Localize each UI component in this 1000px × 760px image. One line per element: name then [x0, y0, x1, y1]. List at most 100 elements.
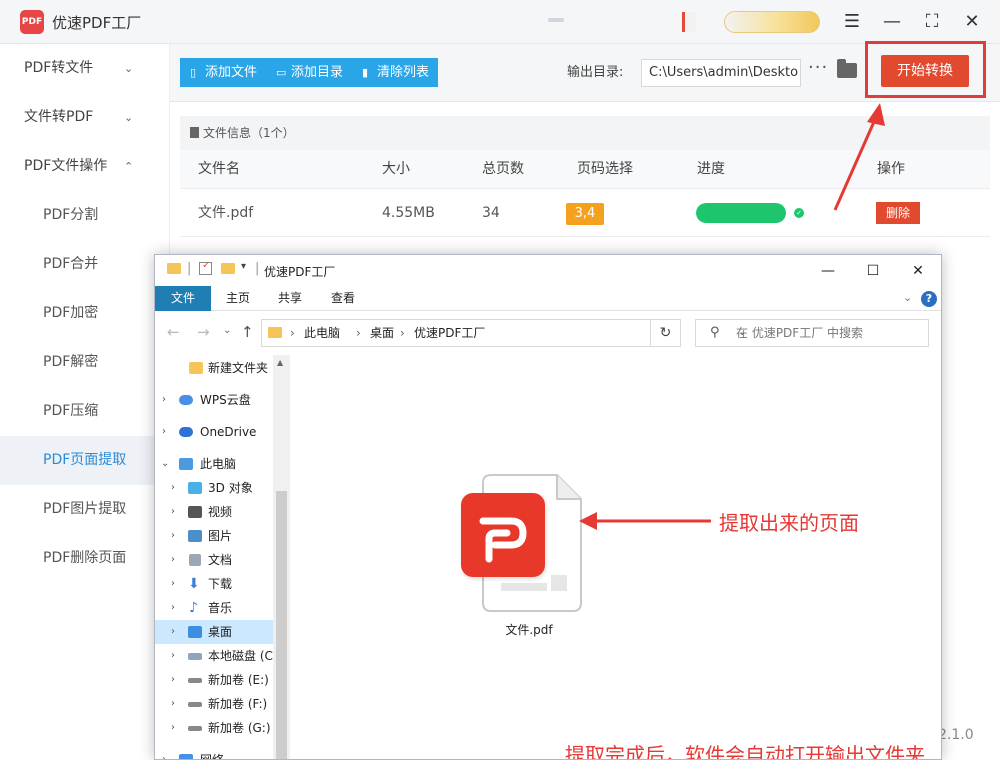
nav-item-label: 3D 对象: [208, 481, 253, 495]
nav-scrollbar[interactable]: ▲: [273, 355, 290, 759]
clear-list-button[interactable]: ▮ 清除列表: [352, 58, 438, 87]
chevron-right-icon[interactable]: ›: [171, 668, 181, 692]
breadcrumb-folder[interactable]: 优速PDF工厂: [414, 320, 485, 346]
nav-item-desktop[interactable]: › 桌面: [155, 620, 273, 644]
more-icon[interactable]: ···: [808, 57, 828, 78]
nav-item-label: 此电脑: [200, 457, 237, 471]
maximize-icon[interactable]: ⛶: [920, 10, 944, 34]
sidebar-item-pdf-compress[interactable]: PDF压缩: [0, 387, 170, 436]
nav-item-network[interactable]: › 网络: [155, 748, 273, 759]
chevron-right-icon[interactable]: ›: [171, 644, 181, 668]
sidebar-item-pdf-page-extract[interactable]: PDF页面提取: [0, 436, 170, 485]
nav-item-documents[interactable]: › 文档: [155, 548, 273, 572]
up-icon[interactable]: ↑: [241, 323, 254, 341]
nav-item-this-pc[interactable]: ⌄ 此电脑: [155, 452, 273, 476]
close-icon[interactable]: ✕: [905, 260, 931, 282]
nav-item-music[interactable]: › ♪ 音乐: [155, 596, 273, 620]
chevron-right-icon[interactable]: ›: [162, 388, 172, 412]
refresh-icon[interactable]: ↻: [651, 319, 681, 347]
chevron-down-icon: ⌄: [124, 62, 134, 75]
progress-fill: [696, 203, 786, 223]
annotation-auto-open-folder: 提取完成后，软件会自动打开输出文件夹: [565, 743, 925, 760]
chevron-down-icon[interactable]: ⌄: [161, 452, 171, 476]
sidebar-item-label: PDF压缩: [43, 403, 99, 419]
tab-home[interactable]: 主页: [217, 286, 259, 311]
tab-view[interactable]: 查看: [322, 286, 364, 311]
chevron-down-icon[interactable]: ⌄: [903, 291, 912, 304]
sidebar-item-pdf-image-extract[interactable]: PDF图片提取: [0, 485, 170, 534]
chevron-right-icon[interactable]: ›: [171, 500, 181, 524]
sidebar: PDF转文件 ⌄ 文件转PDF ⌄ PDF文件操作 ⌃ PDF分割 PDF合并 …: [0, 44, 170, 760]
check-icon: ✓: [794, 208, 804, 218]
nav-item-onedrive[interactable]: › OneDrive: [155, 420, 273, 444]
help-icon[interactable]: ?: [921, 291, 937, 307]
chevron-right-icon[interactable]: ›: [171, 716, 181, 740]
close-icon[interactable]: ✕: [960, 10, 984, 34]
new-folder-icon[interactable]: [221, 263, 235, 274]
drive-icon: [188, 702, 202, 707]
nav-item-wps-cloud[interactable]: › WPS云盘: [155, 388, 273, 412]
ribbon-tabs: 文件 主页 共享 查看 ⌄ ?: [155, 286, 941, 311]
sidebar-item-pdf-operations[interactable]: PDF文件操作 ⌃: [0, 142, 170, 191]
tab-share[interactable]: 共享: [269, 286, 311, 311]
breadcrumb-desktop[interactable]: 桌面: [370, 320, 394, 346]
nav-item-volume-g[interactable]: › 新加卷 (G:): [155, 716, 273, 740]
sidebar-item-pdf-merge[interactable]: PDF合并: [0, 240, 170, 289]
nav-item-pictures[interactable]: › 图片: [155, 524, 273, 548]
chevron-right-icon[interactable]: ›: [171, 572, 181, 596]
breadcrumb-this-pc[interactable]: 此电脑: [304, 320, 340, 346]
sidebar-item-label: PDF页面提取: [43, 452, 127, 468]
chevron-right-icon[interactable]: ›: [171, 692, 181, 716]
scroll-thumb[interactable]: [276, 491, 287, 759]
open-folder-icon[interactable]: [837, 59, 857, 78]
sidebar-item-file-to-pdf[interactable]: 文件转PDF ⌄: [0, 93, 170, 142]
chevron-right-icon[interactable]: ›: [171, 596, 181, 620]
chevron-right-icon[interactable]: ›: [171, 476, 181, 500]
menu-icon[interactable]: ☰: [840, 10, 864, 34]
sidebar-item-pdf-delete-pages[interactable]: PDF删除页面: [0, 534, 170, 583]
nav-item-volume-f[interactable]: › 新加卷 (F:): [155, 692, 273, 716]
sidebar-item-pdf-decrypt[interactable]: PDF解密: [0, 338, 170, 387]
navigation-pane: 新建文件夹 › WPS云盘 › OneDrive ⌄ 此电脑 › 3D 对象 ›…: [155, 355, 291, 759]
maximize-icon[interactable]: ☐: [860, 260, 886, 282]
back-icon[interactable]: ←: [167, 323, 180, 341]
minimize-icon[interactable]: —: [815, 260, 841, 282]
tab-file[interactable]: 文件: [155, 286, 211, 311]
video-icon: [188, 506, 202, 518]
sidebar-item-pdf-to-file[interactable]: PDF转文件 ⌄: [0, 44, 170, 93]
customize-qat-icon[interactable]: ▾: [241, 261, 246, 272]
column-header-name: 文件名: [198, 161, 240, 177]
sidebar-item-pdf-encrypt[interactable]: PDF加密: [0, 289, 170, 338]
nav-item-downloads[interactable]: › ⬇ 下载: [155, 572, 273, 596]
search-input[interactable]: ⚲ 在 优速PDF工厂 中搜索: [695, 319, 929, 347]
address-bar[interactable]: › 此电脑 › 桌面 › 优速PDF工厂 ⌄: [261, 319, 746, 347]
chevron-right-icon[interactable]: ›: [162, 748, 172, 759]
chevron-right-icon[interactable]: ›: [171, 524, 181, 548]
add-file-button[interactable]: ▯ 添加文件: [180, 58, 266, 87]
toolbar-icon[interactable]: [682, 12, 696, 32]
sidebar-item-pdf-split[interactable]: PDF分割: [0, 191, 170, 240]
nav-item-videos[interactable]: › 视频: [155, 500, 273, 524]
music-icon: ♪: [189, 600, 198, 616]
nav-item-volume-e[interactable]: › 新加卷 (E:): [155, 668, 273, 692]
nav-item-3d-objects[interactable]: › 3D 对象: [155, 476, 273, 500]
forward-icon[interactable]: →: [197, 323, 210, 341]
nav-item-new-folder[interactable]: 新建文件夹: [155, 356, 273, 380]
minimize-icon[interactable]: —: [880, 10, 904, 34]
chevron-right-icon[interactable]: ›: [162, 420, 172, 444]
recent-locations-icon[interactable]: ⌄: [223, 325, 231, 336]
scroll-up-icon[interactable]: ▲: [277, 358, 283, 367]
toolbar-icon[interactable]: [548, 18, 564, 22]
page-select-badge[interactable]: 3,4: [566, 203, 604, 225]
nav-item-label: 本地磁盘 (C: [208, 649, 273, 663]
properties-icon[interactable]: ✓: [199, 260, 212, 275]
nav-item-local-disk-c[interactable]: › 本地磁盘 (C: [155, 644, 273, 668]
add-directory-button[interactable]: ▭ 添加目录: [266, 58, 352, 87]
nav-item-label: 下载: [208, 577, 233, 591]
nav-item-label: 新加卷 (E:): [208, 673, 269, 687]
output-dir-field[interactable]: C:\Users\admin\Deskto: [641, 59, 801, 87]
vip-badge[interactable]: [724, 11, 820, 33]
version-label: 2.1.0: [938, 727, 974, 743]
chevron-right-icon[interactable]: ›: [171, 620, 181, 644]
chevron-right-icon[interactable]: ›: [171, 548, 181, 572]
